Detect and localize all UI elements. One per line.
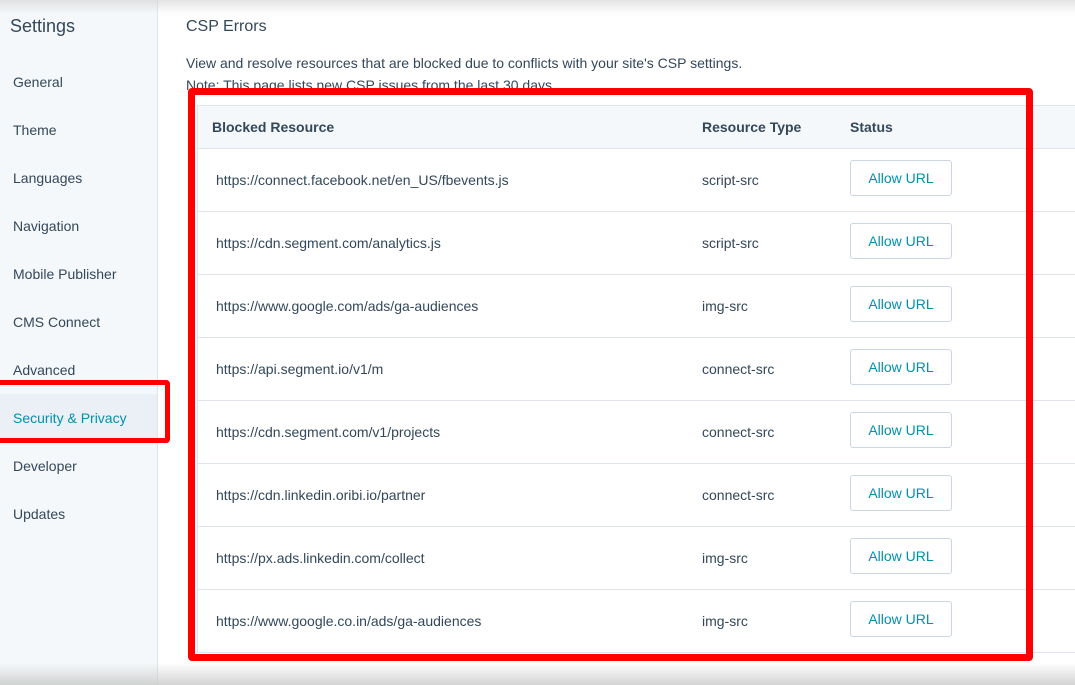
allow-url-button[interactable]: Allow URL: [850, 601, 952, 637]
table-row: https://api.segment.io/v1/m connect-src …: [198, 338, 1075, 401]
blocked-resource-url: https://connect.facebook.net/en_US/fbeve…: [216, 172, 509, 188]
sidebar-item-languages[interactable]: Languages: [0, 154, 157, 202]
table-row: https://cdn.linkedin.oribi.io/partner co…: [198, 464, 1075, 527]
resource-type: connect-src: [702, 487, 775, 503]
settings-sidebar: Settings General Theme Languages Navigat…: [0, 0, 158, 685]
resource-type: script-src: [702, 172, 759, 188]
sidebar-item-cms-connect[interactable]: CMS Connect: [0, 298, 157, 346]
allow-url-button[interactable]: Allow URL: [850, 160, 952, 196]
sidebar-item-theme[interactable]: Theme: [0, 106, 157, 154]
column-header-blocked-resource: Blocked Resource: [212, 119, 335, 135]
blocked-resource-url: https://cdn.segment.com/v1/projects: [216, 424, 441, 440]
blocked-resource-url: https://px.ads.linkedin.com/collect: [216, 550, 425, 566]
table-header: Blocked Resource Resource Type Status: [198, 106, 1075, 149]
resource-type: script-src: [702, 235, 759, 251]
column-header-resource-type: Resource Type: [702, 119, 802, 135]
sidebar-item-mobile-publisher[interactable]: Mobile Publisher: [0, 250, 157, 298]
blocked-resource-url: https://cdn.linkedin.oribi.io/partner: [216, 487, 426, 503]
resource-type: img-src: [702, 550, 748, 566]
resource-type: img-src: [702, 613, 748, 629]
allow-url-button[interactable]: Allow URL: [850, 538, 952, 574]
note-text: Note: This page lists new CSP issues fro…: [186, 77, 552, 93]
sidebar-item-updates[interactable]: Updates: [0, 490, 157, 538]
table-row: https://px.ads.linkedin.com/collect img-…: [198, 527, 1075, 590]
sidebar-item-advanced[interactable]: Advanced: [0, 346, 157, 394]
sidebar-item-navigation[interactable]: Navigation: [0, 202, 157, 250]
table-row: https://cdn.segment.com/analytics.js scr…: [198, 212, 1075, 275]
sidebar-item-general[interactable]: General: [0, 58, 157, 106]
table-row: https://www.google.com/ads/ga-audiences …: [198, 275, 1075, 338]
blocked-resource-url: https://cdn.segment.com/analytics.js: [216, 235, 441, 251]
description-text: View and resolve resources that are bloc…: [186, 55, 743, 71]
page-description: View and resolve resources that are bloc…: [186, 52, 742, 96]
table-row: https://www.google.co.in/ads/ga-audience…: [198, 590, 1075, 652]
resource-type: connect-src: [702, 424, 775, 440]
blocked-resource-url: https://api.segment.io/v1/m: [216, 361, 384, 377]
sidebar-title: Settings: [10, 16, 76, 36]
allow-url-button[interactable]: Allow URL: [850, 475, 952, 511]
sidebar-nav: General Theme Languages Navigation Mobil…: [0, 58, 157, 538]
sidebar-item-developer[interactable]: Developer: [0, 442, 157, 490]
column-header-status: Status: [850, 119, 893, 135]
table-row: https://cdn.segment.com/v1/projects conn…: [198, 401, 1075, 464]
allow-url-button[interactable]: Allow URL: [850, 349, 952, 385]
table-row: https://connect.facebook.net/en_US/fbeve…: [198, 149, 1075, 212]
blocked-resource-url: https://www.google.co.in/ads/ga-audience…: [216, 613, 482, 629]
csp-errors-table: Blocked Resource Resource Type Status ht…: [197, 105, 1075, 653]
blocked-resource-url: https://www.google.com/ads/ga-audiences: [216, 298, 479, 314]
main-content: CSP Errors View and resolve resources th…: [158, 0, 1075, 685]
allow-url-button[interactable]: Allow URL: [850, 286, 952, 322]
resource-type: connect-src: [702, 361, 775, 377]
allow-url-button[interactable]: Allow URL: [850, 412, 952, 448]
resource-type: img-src: [702, 298, 748, 314]
sidebar-item-security-privacy[interactable]: Security & Privacy: [0, 394, 157, 442]
page-title: CSP Errors: [186, 18, 267, 35]
allow-url-button[interactable]: Allow URL: [850, 223, 952, 259]
